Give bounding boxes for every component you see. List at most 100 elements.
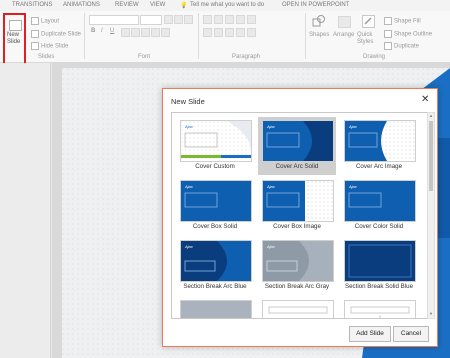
duplicate-icon <box>384 42 392 50</box>
layout-caption: Section Break Solid Blue <box>344 283 414 290</box>
ribbon-tab-bar: TRANSITIONS ANIMATIONS REVIEW VIEW 💡 Tel… <box>0 0 450 11</box>
add-slide-button[interactable]: Add Slide <box>349 326 391 342</box>
gallery-scrollbar[interactable]: ▲ ▼ <box>427 112 435 319</box>
divider <box>305 13 306 59</box>
tab-animations[interactable]: ANIMATIONS <box>63 2 100 8</box>
layout-thumbnail: Ajax <box>180 240 252 282</box>
clear-format-button[interactable] <box>184 15 193 24</box>
shape-fill-label: Shape Fill <box>394 18 421 25</box>
shape-outline-label: Shape Outline <box>394 31 433 38</box>
arrange-icon <box>338 16 351 28</box>
tab-transitions[interactable]: TRANSITIONS <box>12 2 52 8</box>
ribbon: New Slide Layout Duplicate Slide Hide Sl… <box>0 11 450 67</box>
layout-caption: Cover Arc Solid <box>275 163 319 170</box>
italic-button[interactable]: I <box>101 28 103 34</box>
layout-cover-arc-image[interactable]: Ajax Cover Arc Image <box>340 117 418 175</box>
line-spacing-button[interactable] <box>247 28 256 37</box>
open-in-powerpoint-link[interactable]: OPEN IN POWERPOINT <box>282 2 349 8</box>
hide-slide-button[interactable]: Hide Slide <box>31 42 68 50</box>
increase-indent-button[interactable] <box>236 15 245 24</box>
layout-thumbnail: Ajax <box>344 120 416 162</box>
layout-label: Layout <box>41 18 60 25</box>
layout-caption: Cover Custom <box>195 163 235 170</box>
font-size-dropdown[interactable] <box>140 15 162 25</box>
quick-styles-icon <box>362 15 375 28</box>
shape-fill-icon <box>384 17 392 25</box>
superscript-button[interactable] <box>151 28 160 37</box>
align-center-button[interactable] <box>214 28 223 37</box>
align-right-button[interactable] <box>225 28 234 37</box>
layout-section-break-solid-blue[interactable]: Section Break Solid Blue <box>340 237 418 295</box>
tab-view[interactable]: VIEW <box>150 2 165 8</box>
scrollbar-thumb[interactable] <box>429 121 433 191</box>
layout-thumbnail <box>344 240 416 282</box>
layout-cover-box-image[interactable]: Ajax Cover Box Image <box>258 177 336 235</box>
close-icon[interactable]: ✕ <box>421 94 429 105</box>
shrink-font-button[interactable] <box>174 15 183 24</box>
thumb-logo: Ajax <box>185 184 193 189</box>
numbering-button[interactable] <box>214 15 223 24</box>
shape-outline-button[interactable]: Shape Outline <box>384 30 432 38</box>
thumb-logo: Ajax <box>267 184 275 189</box>
shape-fill-button[interactable]: Shape Fill <box>384 17 421 25</box>
shapes-button[interactable]: Shapes <box>309 32 329 38</box>
thumb-logo: Ajax <box>349 184 357 189</box>
subscript-button[interactable] <box>161 28 170 37</box>
layout-caption: Cover Box Solid <box>192 223 238 230</box>
new-slide-dialog: New Slide ✕ Ajax Cover Custom Ajax Cover… <box>162 88 438 347</box>
layout-caption: Section Break Arc Blue <box>183 283 247 290</box>
underline-button[interactable]: U <box>110 28 114 34</box>
duplicate-slide-label: Duplicate Slide <box>41 31 82 38</box>
hide-slide-label: Hide Slide <box>41 43 69 50</box>
align-left-button[interactable] <box>203 28 212 37</box>
highlight-button[interactable] <box>131 28 140 37</box>
layout-caption: Cover Color Solid <box>354 223 404 230</box>
layout-section-break-arc-blue[interactable]: Ajax Section Break Arc Blue <box>176 237 254 295</box>
new-slide-label: New Slide <box>7 32 21 45</box>
duplicate-slide-button[interactable]: Duplicate Slide <box>31 30 81 38</box>
thumb-logo: Ajax <box>267 124 275 129</box>
layout-section-break-arc-gray[interactable]: Ajax Section Break Arc Gray <box>258 237 336 295</box>
tell-me-search[interactable]: Tell me what you want to do <box>190 2 264 8</box>
layout-cover-custom[interactable]: Ajax Cover Custom <box>176 117 254 175</box>
font-name-dropdown[interactable] <box>89 15 139 25</box>
cancel-button[interactable]: Cancel <box>393 326 429 342</box>
lightbulb-icon: 💡 <box>180 3 188 9</box>
group-label-drawing: Drawing <box>363 54 386 60</box>
thumb-logo: Ajax <box>185 124 193 129</box>
bullets-button[interactable] <box>203 15 212 24</box>
arrange-button[interactable]: Arrange <box>333 32 354 38</box>
duplicate-button[interactable]: Duplicate <box>384 42 419 50</box>
strikethrough-button[interactable] <box>121 28 130 37</box>
layout-cover-arc-solid[interactable]: Ajax Cover Arc Solid <box>258 117 336 175</box>
layout-cover-box-solid[interactable]: Ajax Cover Box Solid <box>176 177 254 235</box>
divider <box>84 13 85 59</box>
layout-partial[interactable] <box>340 297 418 318</box>
group-label-slides: Slides <box>38 54 55 60</box>
layout-gallery[interactable]: Ajax Cover Custom Ajax Cover Arc Solid A… <box>171 112 428 319</box>
group-label-font: Font <box>138 54 151 60</box>
hide-slide-icon <box>31 42 39 50</box>
layout-caption: Section Break Arc Gray <box>264 283 330 290</box>
layout-caption: Cover Arc Image <box>355 163 403 170</box>
layout-cover-color-solid[interactable]: Ajax Cover Color Solid <box>340 177 418 235</box>
scroll-down-icon[interactable]: ▼ <box>428 311 434 317</box>
decrease-indent-button[interactable] <box>225 15 234 24</box>
bold-button[interactable]: B <box>91 28 95 34</box>
slide-thumbnail-pane[interactable] <box>0 63 51 358</box>
layout-partial[interactable] <box>176 297 254 318</box>
layout-partial[interactable] <box>258 297 336 318</box>
layout-icon <box>31 17 39 25</box>
font-color-button[interactable] <box>141 28 150 37</box>
tab-review[interactable]: REVIEW <box>115 2 139 8</box>
new-slide-button[interactable]: New Slide <box>3 13 26 67</box>
grow-font-button[interactable] <box>164 15 173 24</box>
quick-styles-button[interactable]: Quick Styles <box>357 32 379 46</box>
scroll-up-icon[interactable]: ▲ <box>428 113 434 119</box>
layout-button[interactable]: Layout <box>31 17 59 25</box>
text-direction-button[interactable] <box>247 15 256 24</box>
justify-button[interactable] <box>236 28 245 37</box>
dialog-title: New Slide <box>171 97 205 106</box>
layout-thumbnail: Ajax <box>180 180 252 222</box>
thumb-logo: Ajax <box>185 244 193 249</box>
